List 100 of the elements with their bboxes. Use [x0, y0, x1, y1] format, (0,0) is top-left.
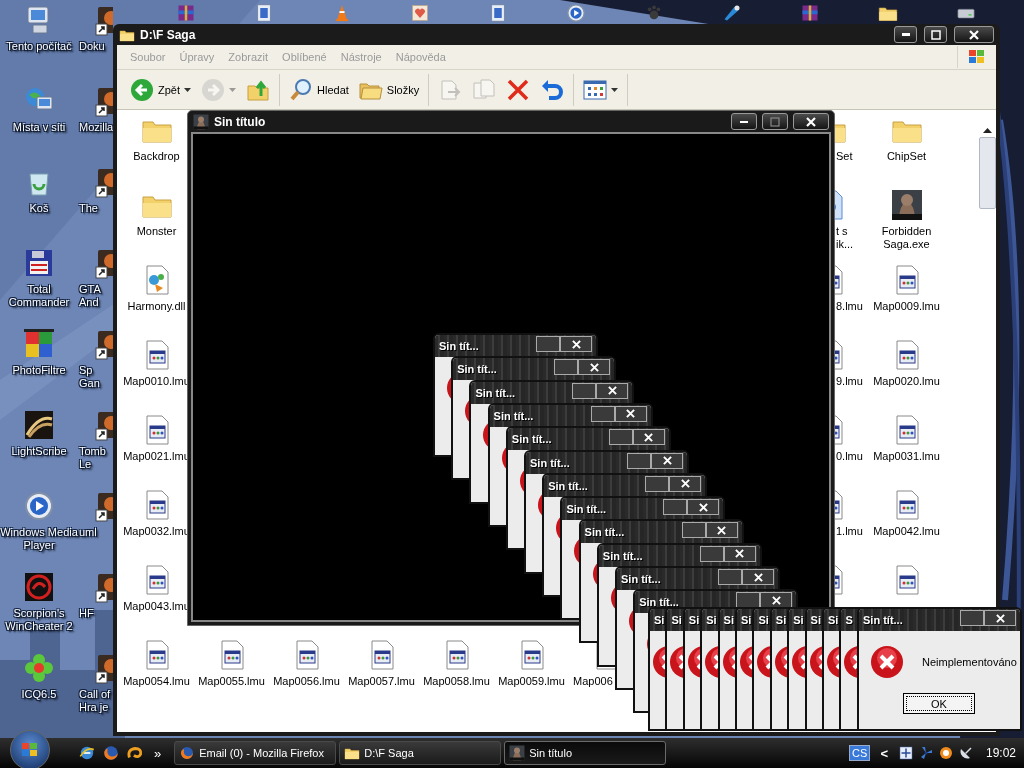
- close-button[interactable]: [760, 592, 793, 609]
- file-name: Monster: [136, 225, 177, 238]
- file-name: ChipSet: [886, 150, 927, 163]
- windows-logo-icon: [21, 742, 39, 758]
- close-button[interactable]: [793, 113, 829, 130]
- file-name: Map0042.lmu: [873, 525, 940, 538]
- dialog-title: Si: [793, 614, 804, 626]
- brush-icon[interactable]: [722, 3, 742, 23]
- dialog-title: Sin tít...: [457, 363, 497, 376]
- close-button[interactable]: [705, 522, 738, 539]
- close-button[interactable]: [687, 499, 720, 516]
- ring-icon[interactable]: [937, 745, 954, 761]
- dialog-title: Sin tít...: [439, 340, 479, 352]
- icon-label: Call of Hra je: [79, 688, 111, 714]
- icon-label: GTA And: [79, 283, 101, 309]
- play-icon[interactable]: [566, 3, 586, 23]
- start-button[interactable]: [10, 730, 50, 768]
- minimize-button[interactable]: [590, 405, 615, 422]
- minimize-button[interactable]: [681, 522, 706, 539]
- emblem-icon[interactable]: [23, 571, 55, 603]
- close-icon: [771, 595, 781, 605]
- maximize-icon: [930, 29, 941, 40]
- tray-expand-button[interactable]: <: [874, 745, 894, 761]
- flower-icon[interactable]: [23, 652, 55, 684]
- file-name: Map0009.lmu: [873, 300, 940, 313]
- dialog-title: Sin tít...: [530, 456, 570, 469]
- taskbar-button[interactable]: Sin título: [504, 741, 667, 765]
- more-button[interactable]: »: [150, 745, 166, 761]
- icon-label: Windows Media Player: [0, 526, 78, 552]
- close-button[interactable]: [954, 26, 994, 43]
- close-button[interactable]: [632, 429, 665, 446]
- close-icon: [806, 116, 816, 127]
- color-tiles-icon[interactable]: [23, 328, 55, 360]
- close-icon: [644, 432, 654, 442]
- caret-icon: [184, 87, 191, 92]
- file-name: 8.lmu: [836, 300, 863, 313]
- minimize-button[interactable]: [554, 359, 579, 376]
- file-name: Map0059.lmu: [498, 675, 565, 688]
- tray-label[interactable]: CS: [849, 745, 871, 761]
- taskbar-button[interactable]: D:\F Saga: [339, 741, 502, 765]
- quick-launch-button[interactable]: [102, 744, 120, 762]
- dialog-title: Sin tít...: [548, 479, 588, 492]
- close-icon: [571, 339, 581, 349]
- close-button[interactable]: [742, 569, 774, 585]
- minimize-button[interactable]: [572, 382, 597, 399]
- window-title: D:\F Saga: [140, 27, 197, 42]
- quick-launch-button[interactable]: [78, 744, 96, 762]
- portrait-icon[interactable]: [890, 189, 923, 221]
- file-arrow-icon: [438, 77, 463, 102]
- minimize-button[interactable]: [736, 592, 761, 609]
- dialog-title: Si: [654, 614, 665, 626]
- error-icon: [870, 645, 904, 679]
- dialog-title: Si: [688, 614, 700, 626]
- file-name: Map0031.lmu: [873, 450, 940, 463]
- dialog-title: Si: [706, 614, 717, 626]
- maximize-button[interactable]: [762, 113, 788, 130]
- file-name: 0.lmu: [836, 450, 863, 463]
- taskbar-button[interactable]: Email (0) - Mozilla Firefox: [174, 741, 337, 765]
- dialog-title: Sin tít...: [511, 433, 552, 446]
- portrait-icon: [193, 113, 209, 130]
- file-name: Backdrop: [133, 150, 180, 163]
- close-button[interactable]: [560, 336, 592, 352]
- ok-button[interactable]: OK: [903, 693, 975, 714]
- close-button[interactable]: [578, 359, 611, 376]
- file-name: Map0055.lmu: [198, 675, 265, 688]
- icon-label: Doku: [79, 40, 105, 53]
- close-button[interactable]: [669, 475, 702, 492]
- minimize-button[interactable]: [627, 452, 651, 469]
- dialog-title: Sin tít...: [621, 573, 661, 585]
- folders-button[interactable]: Složky: [355, 75, 423, 104]
- close-button[interactable]: [651, 452, 683, 469]
- dialog-title: Sin tít...: [639, 596, 679, 609]
- file-name: Map0057.lmu: [348, 675, 415, 688]
- minimize-button[interactable]: [608, 429, 633, 446]
- close-button[interactable]: [984, 610, 1016, 626]
- minimize-button[interactable]: [894, 26, 917, 43]
- search-button[interactable]: Hledat: [286, 75, 352, 104]
- dialog-title: Si: [723, 614, 734, 626]
- close-button[interactable]: [723, 545, 756, 562]
- caret-icon: [229, 87, 236, 92]
- dialog-title: Sin tít...: [584, 526, 625, 539]
- crosshair-icon[interactable]: [897, 745, 914, 761]
- icon-label: Tento počítač: [6, 40, 72, 53]
- dialog-title: Sin tít...: [475, 386, 516, 399]
- close-button[interactable]: [596, 382, 629, 399]
- file-name: Map0010.lmu: [123, 375, 190, 388]
- dialog-title: Sin tít...: [863, 614, 903, 626]
- close-icon: [969, 29, 979, 40]
- maximize-button[interactable]: [924, 26, 947, 43]
- minimize-button[interactable]: [731, 113, 757, 130]
- file-name: Map0021.lmu: [123, 450, 190, 463]
- minimize-button[interactable]: [645, 475, 670, 492]
- film-icon[interactable]: [254, 3, 274, 23]
- minimize-button[interactable]: [699, 545, 724, 562]
- back-button[interactable]: Zpět: [127, 75, 194, 104]
- close-button[interactable]: [614, 405, 647, 422]
- dialog-title: Sin tít...: [493, 409, 534, 422]
- copy-icon: [472, 77, 497, 102]
- film-icon[interactable]: [488, 3, 508, 23]
- minimize-button[interactable]: [663, 499, 688, 516]
